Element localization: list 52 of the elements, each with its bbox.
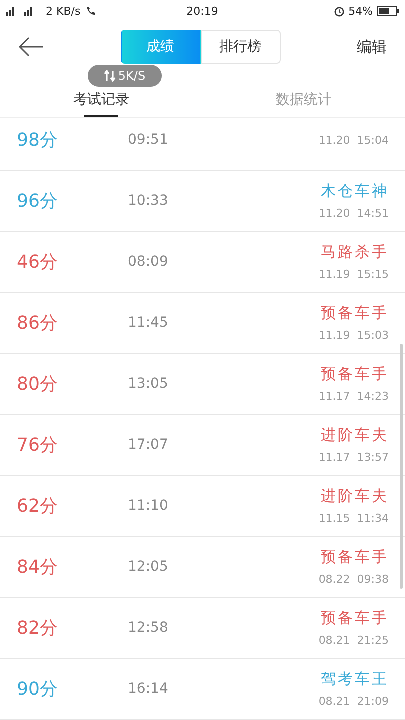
edit-button[interactable]: 编辑 bbox=[357, 38, 387, 56]
duration: 16:14 bbox=[128, 681, 170, 697]
rank-title: 马路杀手 bbox=[321, 243, 389, 262]
back-arrow-icon bbox=[18, 37, 44, 57]
exam-date: 11.20 14:51 bbox=[318, 207, 389, 220]
exam-date: 08.21 21:25 bbox=[318, 634, 389, 647]
exam-date: 11.19 15:15 bbox=[318, 268, 389, 281]
back-button[interactable] bbox=[18, 37, 44, 57]
rank-title: 进阶车夫 bbox=[321, 426, 389, 445]
speed-text: 5K/S bbox=[118, 69, 146, 83]
exam-date: 11.19 15:03 bbox=[318, 329, 389, 342]
segment-tab[interactable]: 排行榜 bbox=[200, 30, 280, 64]
rank-title: 预备车手 bbox=[321, 365, 389, 384]
rank-title: 预备车手 bbox=[321, 304, 389, 323]
score: 86分 bbox=[17, 312, 59, 335]
rank-title: 木仓车神 bbox=[321, 182, 389, 201]
duration: 08:09 bbox=[128, 254, 170, 270]
duration: 10:33 bbox=[128, 193, 170, 209]
exam-date: 11.20 15:04 bbox=[318, 134, 389, 146]
score: 80分 bbox=[17, 373, 59, 396]
exam-date: 08.21 21:09 bbox=[318, 695, 389, 708]
score: 46分 bbox=[17, 251, 59, 274]
rank-title: 预备车手 bbox=[321, 609, 389, 628]
rank-title: 进阶车夫 bbox=[321, 487, 389, 506]
duration: 11:45 bbox=[128, 315, 170, 331]
exam-date: 11.17 13:57 bbox=[318, 451, 389, 464]
rank-title: 预备车手 bbox=[321, 548, 389, 567]
score: 82分 bbox=[17, 617, 59, 640]
clock-time: 20:19 bbox=[186, 4, 218, 18]
phone-icon bbox=[84, 6, 97, 16]
score: 62分 bbox=[17, 495, 59, 518]
score: 90分 bbox=[17, 678, 59, 701]
tab-indicator bbox=[84, 115, 118, 117]
score: 96分 bbox=[17, 190, 59, 213]
duration: 12:05 bbox=[128, 559, 170, 575]
network-speed: 2 KB/s bbox=[46, 4, 81, 18]
duration: 13:05 bbox=[128, 376, 170, 392]
exam-date: 11.15 11:34 bbox=[318, 512, 389, 525]
score: 84分 bbox=[17, 556, 59, 579]
battery-level: 54% bbox=[348, 4, 374, 18]
alarm-icon bbox=[334, 6, 345, 16]
score: 76分 bbox=[17, 434, 59, 457]
exam-date: 08.22 09:38 bbox=[318, 573, 389, 586]
duration: 11:10 bbox=[128, 498, 170, 514]
score: 98分 bbox=[17, 129, 59, 152]
battery-icon bbox=[377, 6, 400, 16]
duration: 12:58 bbox=[128, 620, 170, 636]
duration: 09:51 bbox=[128, 132, 170, 148]
exam-date: 11.17 14:23 bbox=[318, 390, 389, 403]
rank-title: 驾考车王 bbox=[321, 670, 389, 689]
transfer-icon bbox=[104, 70, 116, 82]
duration: 17:07 bbox=[128, 437, 170, 453]
